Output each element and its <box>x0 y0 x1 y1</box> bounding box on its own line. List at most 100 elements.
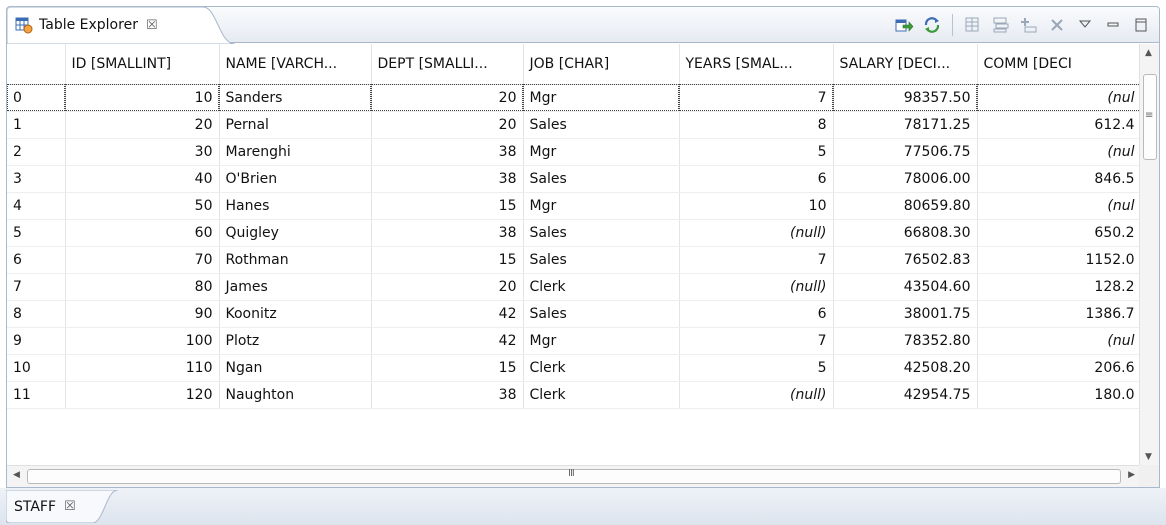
cell-comm[interactable]: 650.2 <box>977 219 1141 247</box>
cell-id[interactable]: 10 <box>65 84 220 112</box>
cell-name[interactable]: O'Brien <box>219 165 372 193</box>
cell-comm[interactable]: 206.6 <box>977 354 1141 382</box>
cell-id[interactable]: 50 <box>65 192 220 220</box>
table-row[interactable]: 6 70 Rothman 15 Sales 7 76502.83 1152.0 <box>7 246 1141 274</box>
cell-job[interactable]: Mgr <box>523 192 680 220</box>
view-menu-icon[interactable] <box>1074 14 1096 36</box>
table-row[interactable]: 8 90 Koonitz 42 Sales 6 38001.75 1386.7 <box>7 300 1141 328</box>
cell-job[interactable]: Mgr <box>523 84 680 112</box>
data-table-area[interactable]: ID [SMALLINT] NAME [VARCH... DEPT [SMALL… <box>7 44 1141 466</box>
cell-salary[interactable]: 66808.30 <box>833 219 978 247</box>
table-row[interactable]: 2 30 Marenghi 38 Mgr 5 77506.75 (nul <box>7 138 1141 166</box>
cell-years[interactable]: 7 <box>679 327 834 355</box>
cell-job[interactable]: Sales <box>523 300 680 328</box>
insert-row-icon[interactable] <box>1018 14 1040 36</box>
cell-comm[interactable]: 1152.0 <box>977 246 1141 274</box>
table-row[interactable]: 9 100 Plotz 42 Mgr 7 78352.80 (nul <box>7 327 1141 355</box>
cell-salary[interactable]: 77506.75 <box>833 138 978 166</box>
cell-name[interactable]: Ngan <box>219 354 372 382</box>
cell-dept[interactable]: 20 <box>371 111 524 139</box>
cell-name[interactable]: Koonitz <box>219 300 372 328</box>
table-row[interactable]: 0 10 Sanders 20 Mgr 7 98357.50 (nul <box>7 84 1141 112</box>
cell-name[interactable]: James <box>219 273 372 301</box>
cell-dept[interactable]: 15 <box>371 192 524 220</box>
cell-dept[interactable]: 38 <box>371 219 524 247</box>
scroll-right-icon[interactable]: ▶ <box>1128 470 1135 480</box>
cell-job[interactable]: Mgr <box>523 138 680 166</box>
cell-dept[interactable]: 42 <box>371 300 524 328</box>
cell-name[interactable]: Marenghi <box>219 138 372 166</box>
column-header-id[interactable]: ID [SMALLINT] <box>65 44 220 85</box>
cell-id[interactable]: 70 <box>65 246 220 274</box>
cell-comm[interactable]: 128.2 <box>977 273 1141 301</box>
cell-salary[interactable]: 76502.83 <box>833 246 978 274</box>
tab-staff[interactable]: STAFF ☒ <box>6 490 118 523</box>
columns-icon[interactable] <box>990 14 1012 36</box>
cell-years[interactable]: 6 <box>679 165 834 193</box>
cell-dept[interactable]: 38 <box>371 381 524 409</box>
cell-years[interactable]: (null) <box>679 273 834 301</box>
cell-id[interactable]: 80 <box>65 273 220 301</box>
cell-salary[interactable]: 80659.80 <box>833 192 978 220</box>
column-header-rownum[interactable] <box>7 44 66 85</box>
cell-job[interactable]: Clerk <box>523 354 680 382</box>
cell-job[interactable]: Sales <box>523 165 680 193</box>
cell-comm[interactable]: (nul <box>977 84 1141 112</box>
cell-years[interactable]: (null) <box>679 381 834 409</box>
scroll-up-icon[interactable]: ▲ <box>1145 48 1152 58</box>
table-row[interactable]: 3 40 O'Brien 38 Sales 6 78006.00 846.5 <box>7 165 1141 193</box>
cell-salary[interactable]: 42954.75 <box>833 381 978 409</box>
table-row[interactable]: 11 120 Naughton 38 Clerk (null) 42954.75 180.0 <box>7 381 1141 409</box>
cell-salary[interactable]: 38001.75 <box>833 300 978 328</box>
cell-years[interactable]: (null) <box>679 219 834 247</box>
cell-id[interactable]: 120 <box>65 381 220 409</box>
cell-years[interactable]: 8 <box>679 111 834 139</box>
table-row[interactable]: 10 110 Ngan 15 Clerk 5 42508.20 206.6 <box>7 354 1141 382</box>
cell-id[interactable]: 40 <box>65 165 220 193</box>
cell-years[interactable]: 5 <box>679 138 834 166</box>
cell-salary[interactable]: 42508.20 <box>833 354 978 382</box>
column-header-years[interactable]: YEARS [SMAL... <box>679 44 834 85</box>
cell-dept[interactable]: 38 <box>371 138 524 166</box>
scroll-down-icon[interactable]: ▼ <box>1145 452 1152 462</box>
table-row[interactable]: 5 60 Quigley 38 Sales (null) 66808.30 650.2 <box>7 219 1141 247</box>
column-header-dept[interactable]: DEPT [SMALLI... <box>371 44 524 85</box>
table-row[interactable]: 1 20 Pernal 20 Sales 8 78171.25 612.4 <box>7 111 1141 139</box>
refresh-icon[interactable] <box>921 14 943 36</box>
cell-id[interactable]: 110 <box>65 354 220 382</box>
cell-job[interactable]: Sales <box>523 246 680 274</box>
cell-salary[interactable]: 78352.80 <box>833 327 978 355</box>
table-row[interactable]: 4 50 Hanes 15 Mgr 10 80659.80 (nul <box>7 192 1141 220</box>
cell-years[interactable]: 10 <box>679 192 834 220</box>
cell-name[interactable]: Hanes <box>219 192 372 220</box>
close-icon[interactable]: ☒ <box>146 18 158 33</box>
column-header-comm[interactable]: COMM [DECI <box>977 44 1141 85</box>
scroll-left-icon[interactable]: ◀ <box>13 470 20 480</box>
cell-salary[interactable]: 78006.00 <box>833 165 978 193</box>
cell-years[interactable]: 5 <box>679 354 834 382</box>
cell-comm[interactable]: 612.4 <box>977 111 1141 139</box>
cell-job[interactable]: Sales <box>523 111 680 139</box>
cell-years[interactable]: 7 <box>679 246 834 274</box>
cell-id[interactable]: 100 <box>65 327 220 355</box>
cell-dept[interactable]: 20 <box>371 84 524 112</box>
column-header-salary[interactable]: SALARY [DECI... <box>833 44 978 85</box>
cell-name[interactable]: Plotz <box>219 327 372 355</box>
cell-years[interactable]: 7 <box>679 84 834 112</box>
cell-name[interactable]: Naughton <box>219 381 372 409</box>
vertical-scrollbar[interactable]: ▲ ≡ ▼ <box>1139 44 1159 466</box>
tab-table-explorer[interactable]: Table Explorer ☒ <box>7 7 235 44</box>
cell-job[interactable]: Clerk <box>523 273 680 301</box>
cell-dept[interactable]: 15 <box>371 354 524 382</box>
close-icon[interactable]: ☒ <box>64 499 76 514</box>
cell-job[interactable]: Mgr <box>523 327 680 355</box>
cell-comm[interactable]: 846.5 <box>977 165 1141 193</box>
filter-icon[interactable] <box>962 14 984 36</box>
cell-comm[interactable]: (nul <box>977 138 1141 166</box>
vertical-scroll-thumb[interactable]: ≡ <box>1143 74 1157 160</box>
column-header-name[interactable]: NAME [VARCH... <box>219 44 372 85</box>
cell-dept[interactable]: 20 <box>371 273 524 301</box>
cell-name[interactable]: Sanders <box>219 84 372 112</box>
cell-job[interactable]: Clerk <box>523 381 680 409</box>
cell-id[interactable]: 20 <box>65 111 220 139</box>
